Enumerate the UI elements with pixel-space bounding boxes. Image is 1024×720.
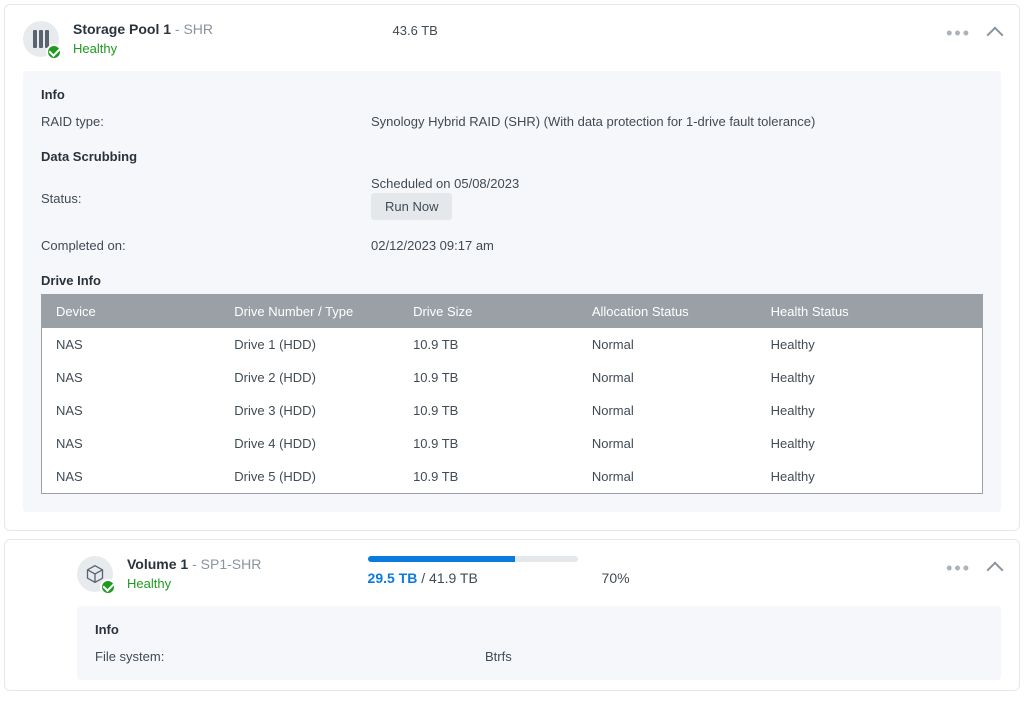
col-drive-number: Drive Number / Type xyxy=(220,295,399,329)
usage-used: 29.5 TB xyxy=(368,570,418,586)
cell-drive-num: Drive 1 (HDD) xyxy=(220,328,399,361)
table-row[interactable]: NAS Drive 4 (HDD) 10.9 TB Normal Healthy xyxy=(42,427,983,460)
volume-status: Healthy xyxy=(127,576,354,591)
pool-raid-suffix: - SHR xyxy=(171,21,213,37)
pool-header: Storage Pool 1 - SHR Healthy 43.6 TB ••• xyxy=(23,21,1001,57)
cell-drive-size: 10.9 TB xyxy=(399,361,578,394)
pool-status: Healthy xyxy=(73,41,379,56)
table-row[interactable]: NAS Drive 5 (HDD) 10.9 TB Normal Healthy xyxy=(42,460,983,494)
table-row[interactable]: NAS Drive 3 (HDD) 10.9 TB Normal Healthy xyxy=(42,394,983,427)
drive-table: Device Drive Number / Type Drive Size Al… xyxy=(41,294,983,494)
raid-type-label: RAID type: xyxy=(41,114,371,129)
more-actions-icon[interactable]: ••• xyxy=(946,28,971,38)
usage-bar xyxy=(368,556,578,562)
collapse-icon[interactable] xyxy=(987,27,1004,44)
pool-icon xyxy=(23,21,59,57)
usage-sep: / xyxy=(417,570,429,586)
cell-drive-num: Drive 3 (HDD) xyxy=(220,394,399,427)
pool-title: Storage Pool 1 xyxy=(73,21,171,37)
col-health-status: Health Status xyxy=(757,295,983,329)
drives-icon xyxy=(33,30,49,48)
cell-device: NAS xyxy=(42,328,221,361)
cell-device: NAS xyxy=(42,361,221,394)
usage-total: 41.9 TB xyxy=(429,570,478,586)
col-drive-size: Drive Size xyxy=(399,295,578,329)
cell-device: NAS xyxy=(42,394,221,427)
fs-label: File system: xyxy=(95,649,485,664)
cell-health: Healthy xyxy=(757,361,983,394)
status-ok-icon xyxy=(46,44,62,60)
cell-drive-size: 10.9 TB xyxy=(399,328,578,361)
completed-label: Completed on: xyxy=(41,238,371,253)
collapse-icon[interactable] xyxy=(987,562,1004,579)
cell-drive-num: Drive 2 (HDD) xyxy=(220,361,399,394)
volume-header: Volume 1 - SP1-SHR Healthy 29.5 TB / 41.… xyxy=(77,556,1001,592)
status-ok-icon xyxy=(100,579,116,595)
cell-alloc: Normal xyxy=(578,394,757,427)
cell-alloc: Normal xyxy=(578,460,757,494)
volume-usage: 29.5 TB / 41.9 TB xyxy=(368,556,588,586)
scrub-heading: Data Scrubbing xyxy=(41,149,983,164)
cell-drive-num: Drive 5 (HDD) xyxy=(220,460,399,494)
cell-drive-size: 10.9 TB xyxy=(399,427,578,460)
cell-device: NAS xyxy=(42,427,221,460)
pool-details-panel: Info RAID type: Synology Hybrid RAID (SH… xyxy=(23,71,1001,512)
cell-drive-size: 10.9 TB xyxy=(399,394,578,427)
pool-capacity: 43.6 TB xyxy=(393,21,613,38)
volume-title-block: Volume 1 - SP1-SHR Healthy xyxy=(127,556,354,591)
volume-card: Volume 1 - SP1-SHR Healthy 29.5 TB / 41.… xyxy=(4,539,1020,691)
col-alloc-status: Allocation Status xyxy=(578,295,757,329)
scrub-status-value: Scheduled on 05/08/2023 xyxy=(371,176,983,191)
storage-pool-card: Storage Pool 1 - SHR Healthy 43.6 TB •••… xyxy=(4,4,1020,531)
cell-alloc: Normal xyxy=(578,427,757,460)
drive-info-heading: Drive Info xyxy=(41,273,983,288)
pool-title-block: Storage Pool 1 - SHR Healthy xyxy=(73,21,379,56)
cell-alloc: Normal xyxy=(578,361,757,394)
run-now-button[interactable]: Run Now xyxy=(371,193,452,220)
volume-details-panel: Info File system: Btrfs xyxy=(77,606,1001,680)
more-actions-icon[interactable]: ••• xyxy=(946,563,971,573)
cell-device: NAS xyxy=(42,460,221,494)
cell-health: Healthy xyxy=(757,328,983,361)
cell-drive-num: Drive 4 (HDD) xyxy=(220,427,399,460)
cell-health: Healthy xyxy=(757,394,983,427)
drive-table-header: Device Drive Number / Type Drive Size Al… xyxy=(42,295,983,329)
raid-type-value: Synology Hybrid RAID (SHR) (With data pr… xyxy=(371,114,983,129)
usage-fill xyxy=(368,556,515,562)
col-device: Device xyxy=(42,295,221,329)
cell-health: Healthy xyxy=(757,427,983,460)
info-heading: Info xyxy=(95,622,983,637)
cell-alloc: Normal xyxy=(578,328,757,361)
cell-health: Healthy xyxy=(757,460,983,494)
table-row[interactable]: NAS Drive 1 (HDD) 10.9 TB Normal Healthy xyxy=(42,328,983,361)
volume-suffix: - SP1-SHR xyxy=(188,556,261,572)
fs-value: Btrfs xyxy=(485,649,983,664)
scrub-status-label: Status: xyxy=(41,191,371,206)
volume-title: Volume 1 xyxy=(127,556,188,572)
volume-icon xyxy=(77,556,113,592)
usage-percent: 70% xyxy=(602,556,692,586)
completed-value: 02/12/2023 09:17 am xyxy=(371,238,983,253)
cell-drive-size: 10.9 TB xyxy=(399,460,578,494)
info-heading: Info xyxy=(41,87,983,102)
table-row[interactable]: NAS Drive 2 (HDD) 10.9 TB Normal Healthy xyxy=(42,361,983,394)
